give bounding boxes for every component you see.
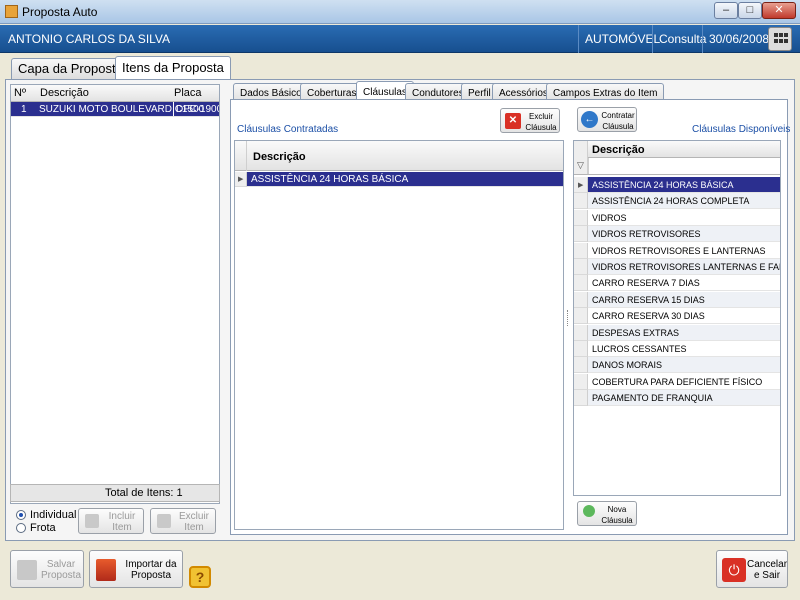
radio-frota[interactable]	[16, 523, 26, 533]
import-proposal-button[interactable]: Importar da Proposta	[89, 550, 183, 588]
list-item-label: CARRO RESERVA 30 DIAS	[588, 308, 780, 325]
col-num: Nº	[14, 87, 26, 99]
contracted-title: Cláusulas Contratadas	[237, 124, 339, 135]
include-item-button[interactable]: Incluir Item	[78, 508, 144, 534]
filter-input[interactable]	[588, 158, 780, 174]
header-bar: ANTONIO CARLOS DA SILVA AUTOMÓVEL Consul…	[0, 25, 800, 53]
list-item-label: COBERTURA PARA DEFICIENTE FÍSICO	[588, 374, 780, 390]
date-label: 30/06/2008	[702, 25, 775, 53]
col-descricao: Descrição	[253, 151, 306, 163]
col-descricao: Descrição	[40, 87, 89, 99]
close-button[interactable]: ✕	[762, 2, 796, 19]
tab-itens-da-proposta[interactable]: Itens da Proposta	[115, 56, 231, 80]
calculator-icon	[774, 33, 778, 37]
list-item-label: VIDROS RETROVISORES E LANTERNAS	[588, 243, 780, 259]
list-item-label: CARRO RESERVA 15 DIAS	[588, 291, 780, 308]
list-item[interactable]: DESPESAS EXTRAS	[574, 324, 780, 341]
cancel-exit-button[interactable]: ⏻ Cancelar e Sair	[716, 550, 788, 588]
pin-icon	[85, 514, 99, 528]
contracted-grid: Descrição ▶ ASSISTÊNCIA 24 HORAS BÁSICA	[234, 140, 564, 530]
list-item[interactable]: CARRO RESERVA 30 DIAS	[574, 308, 780, 325]
pin-icon	[583, 505, 595, 517]
row-selector-icon: ▶	[574, 177, 588, 193]
available-title: Cláusulas Disponíveis	[692, 124, 791, 135]
list-item-label: VIDROS RETROVISORES	[588, 226, 780, 243]
list-item-label: VIDROS RETROVISORES LANTERNAS E FAROIS	[588, 258, 780, 275]
list-item[interactable]: ASSISTÊNCIA 24 HORAS COMPLETA	[574, 193, 780, 210]
list-item[interactable]: LUCROS CESSANTES	[574, 340, 780, 357]
list-item-label: ASSISTÊNCIA 24 HORAS BÁSICA	[588, 177, 780, 193]
filter-row: ▽	[574, 158, 780, 175]
list-item-label: CARRO RESERVA 7 DIAS	[588, 275, 780, 292]
available-list: ▶ ASSISTÊNCIA 24 HORAS BÁSICA ASSISTÊNCIA …	[574, 177, 780, 407]
col-placa: Placa	[174, 87, 202, 99]
list-item[interactable]: VIDROS	[574, 209, 780, 226]
save-proposal-button[interactable]: Salvar Proposta	[10, 550, 84, 588]
calculator-button[interactable]	[768, 27, 792, 51]
list-item-label: VIDROS	[588, 210, 780, 226]
contract-clause-button[interactable]: ← Contratar Cláusula	[577, 107, 637, 132]
list-item[interactable]: COBERTURA PARA DEFICIENTE FÍSICO	[574, 373, 780, 390]
exclude-clause-button[interactable]: ✕ Excluir Cláusula	[500, 108, 560, 133]
list-item[interactable]: ▶ ASSISTÊNCIA 24 HORAS BÁSICA	[574, 177, 780, 193]
new-clause-button[interactable]: Nova Cláusula	[577, 501, 637, 526]
list-item[interactable]: PAGAMENTO DE FRANQUIA	[574, 390, 780, 407]
tab-capa-da-proposta[interactable]: Capa da Proposta	[11, 58, 130, 80]
available-grid: Descrição ▽ ▶ ASSISTÊNCIA 24 HORAS BÁSICA…	[573, 140, 781, 496]
radio-frota-label: Frota	[30, 522, 56, 534]
list-item[interactable]: DANOS MORAIS	[574, 357, 780, 374]
items-grid: Nº Descrição Placa 1 SUZUKI MOTO BOULEVA…	[10, 84, 220, 504]
list-item-label: DANOS MORAIS	[588, 357, 780, 374]
list-item[interactable]: VIDROS RETROVISORES	[574, 226, 780, 243]
list-item[interactable]: CARRO RESERVA 7 DIAS	[574, 275, 780, 292]
col-descricao: Descrição	[592, 144, 645, 156]
list-item[interactable]: CARRO RESERVA 15 DIAS	[574, 291, 780, 308]
list-item[interactable]: VIDROS RETROVISORES E LANTERNAS	[574, 242, 780, 259]
delete-icon	[157, 514, 171, 528]
total-items: Total de Itens: 1	[105, 487, 183, 499]
minimize-button[interactable]: –	[714, 2, 738, 19]
exclude-item-button[interactable]: Excluir Item	[150, 508, 216, 534]
list-item[interactable]: VIDROS RETROVISORES LANTERNAS E FAROIS	[574, 258, 780, 275]
power-icon: ⏻	[722, 558, 746, 582]
save-icon	[17, 560, 37, 580]
help-button[interactable]: ?	[189, 566, 211, 588]
arrow-left-icon: ←	[581, 111, 598, 128]
delete-icon: ✕	[505, 113, 521, 129]
filter-icon[interactable]: ▽	[577, 160, 584, 171]
import-icon	[96, 559, 116, 581]
list-item-label: ASSISTÊNCIA 24 HORAS COMPLETA	[588, 193, 780, 210]
maximize-button[interactable]: □	[738, 2, 762, 19]
radio-individual[interactable]	[16, 510, 26, 520]
list-item-label: PAGAMENTO DE FRANQUIA	[588, 390, 780, 407]
table-row[interactable]: 1 SUZUKI MOTO BOULEVARD C1500 DFC-1900	[11, 102, 219, 117]
list-item-label: LUCROS CESSANTES	[588, 341, 780, 357]
list-item-label: DESPESAS EXTRAS	[588, 324, 780, 341]
window-title: Proposta Auto	[22, 5, 98, 19]
radio-individual-label: Individual	[30, 509, 77, 521]
app-icon	[5, 5, 18, 18]
row-selector-icon: ▶	[235, 172, 247, 187]
title-bar: Proposta Auto – □ ✕	[0, 0, 800, 24]
user-name: ANTONIO CARLOS DA SILVA	[8, 32, 171, 46]
items-total-bar: Total de Itens: 1	[10, 484, 220, 502]
splitter-handle[interactable]	[567, 310, 569, 326]
list-item[interactable]: ASSISTÊNCIA 24 HORAS BÁSICA	[247, 172, 563, 187]
